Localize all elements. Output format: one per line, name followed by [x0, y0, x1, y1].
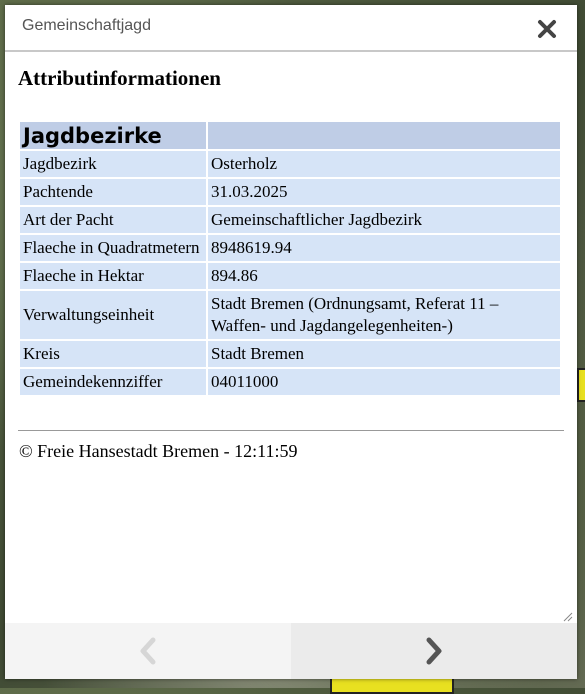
chevron-right-icon	[426, 637, 442, 665]
previous-button[interactable]	[5, 623, 291, 679]
attribute-value: Gemeinschaftlicher Jagdbezirk	[208, 207, 560, 233]
attribute-table: Jagdbezirke Jagdbezirk Osterholz Pachten…	[18, 120, 562, 397]
attribute-value: 894.86	[208, 263, 560, 289]
next-button[interactable]	[291, 623, 577, 679]
table-header-empty	[208, 122, 560, 149]
section-heading: Attributinformationen	[18, 66, 221, 90]
table-row: Flaeche in Quadratmetern 8948619.94	[20, 235, 560, 261]
table-header: Jagdbezirke	[20, 122, 206, 149]
attribute-value: Osterholz	[208, 151, 560, 177]
attribute-key: Jagdbezirk	[20, 151, 206, 177]
copyright-text: © Freie Hansestadt Bremen - 12:11:59	[19, 441, 298, 461]
attribute-key: Gemeindekennziffer	[20, 369, 206, 395]
popup-window: Gemeinschaftjagd Attributinformationen J…	[5, 5, 577, 679]
table-row: Verwaltungseinheit Stadt Bremen (Ordnung…	[20, 291, 560, 339]
popup-title: Gemeinschaftjagd	[22, 17, 151, 34]
popup-header: Gemeinschaftjagd	[5, 5, 577, 52]
map-area-highlight	[577, 368, 585, 402]
table-row: Flaeche in Hektar 894.86	[20, 263, 560, 289]
table-row: Pachtende 31.03.2025	[20, 179, 560, 205]
attribute-value: Stadt Bremen	[208, 341, 560, 367]
navigation-bar	[5, 623, 577, 679]
close-icon	[538, 20, 556, 38]
attribute-key: Art der Pacht	[20, 207, 206, 233]
resize-handle[interactable]	[561, 609, 573, 622]
chevron-left-icon	[140, 637, 156, 665]
popup-content: Attributinformationen Jagdbezirke Jagdbe…	[5, 52, 577, 622]
attribute-value: 04011000	[208, 369, 560, 395]
attribute-key: Flaeche in Quadratmetern	[20, 235, 206, 261]
attribute-value: 31.03.2025	[208, 179, 560, 205]
attribute-key: Kreis	[20, 341, 206, 367]
attribute-key: Pachtende	[20, 179, 206, 205]
resize-grip-icon	[563, 612, 573, 622]
table-row: Kreis Stadt Bremen	[20, 341, 560, 367]
table-row: Art der Pacht Gemeinschaftlicher Jagdbez…	[20, 207, 560, 233]
divider	[18, 430, 564, 431]
attribute-value: Stadt Bremen (Ordnungsamt, Referat 11 – …	[208, 291, 560, 339]
table-row: Gemeindekennziffer 04011000	[20, 369, 560, 395]
table-row: Jagdbezirk Osterholz	[20, 151, 560, 177]
attribute-value: 8948619.94	[208, 235, 560, 261]
table-header-row: Jagdbezirke	[20, 122, 560, 149]
close-button[interactable]	[535, 17, 559, 41]
attribute-key: Verwaltungseinheit	[20, 291, 206, 339]
attribute-key: Flaeche in Hektar	[20, 263, 206, 289]
